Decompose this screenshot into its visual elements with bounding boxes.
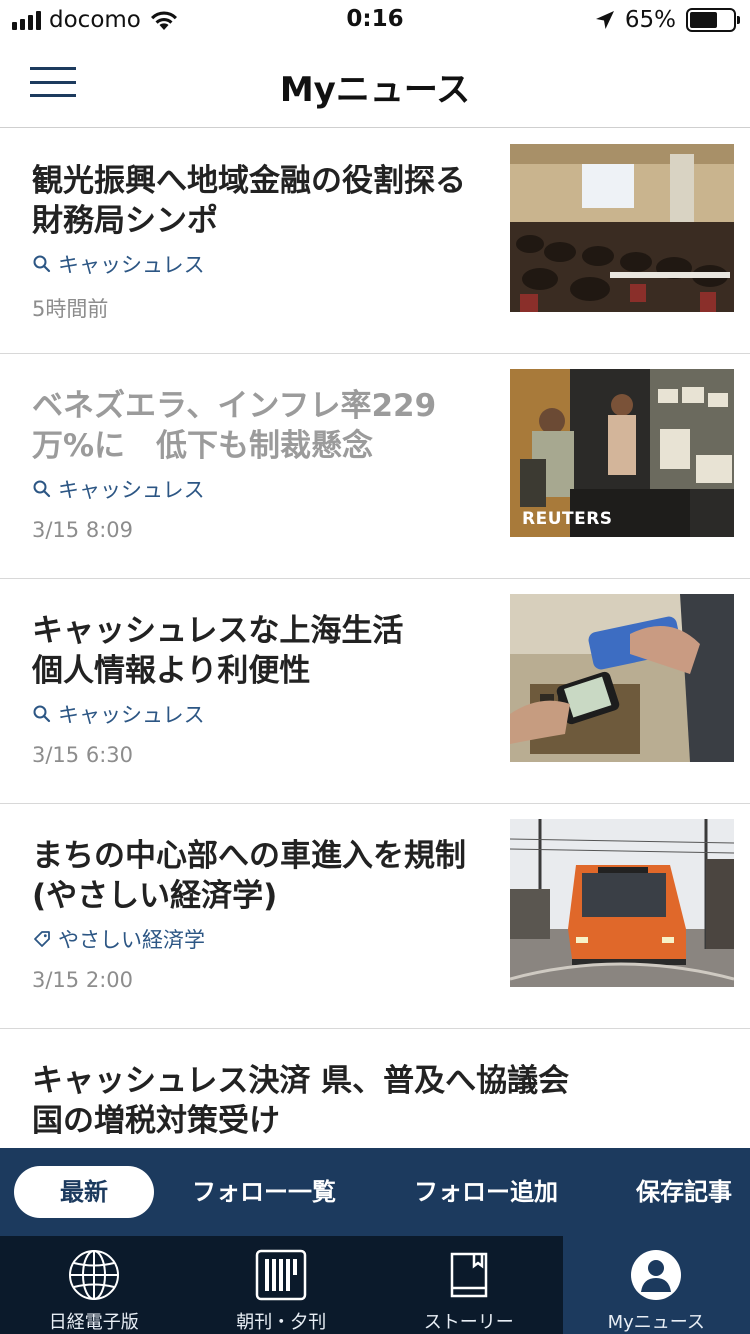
- article-tag[interactable]: キャッシュレス: [32, 474, 205, 504]
- user-avatar-icon: [631, 1250, 682, 1300]
- article-tag[interactable]: やさしい経済学: [32, 924, 205, 954]
- battery-level: [690, 12, 718, 28]
- book-icon: [450, 1252, 487, 1298]
- photo-credit: REUTERS: [522, 509, 613, 529]
- article-item[interactable]: キャッシュレス決済 県、普及へ協議会 国の増税対策受け: [0, 1029, 750, 1148]
- segment-tab-add-follow[interactable]: フォロー追加: [414, 1166, 558, 1218]
- article-time: 3/15 2:00: [32, 968, 133, 992]
- segment-tab-follow-list[interactable]: フォロー一覧: [192, 1166, 336, 1218]
- article-headline: キャッシュレスな上海生活 個人情報より利便性: [32, 613, 404, 689]
- article-item[interactable]: まちの中心部への車進入を規制 (やさしい経済学) やさしい経済学 3/15 2:…: [0, 804, 750, 1029]
- search-icon: [33, 255, 51, 273]
- article-item[interactable]: キャッシュレスな上海生活 個人情報より利便性 キャッシュレス 3/15 6:30: [0, 579, 750, 804]
- article-tag[interactable]: キャッシュレス: [32, 699, 205, 729]
- article-headline: まちの中心部への車進入を規制 (やさしい経済学): [32, 838, 466, 914]
- search-icon: [33, 480, 51, 498]
- article-thumbnail[interactable]: REUTERS: [510, 369, 734, 537]
- article-headline: 観光振興へ地域金融の役割探る 財務局シンポ: [32, 163, 466, 239]
- hamburger-menu-icon[interactable]: [30, 64, 76, 100]
- search-icon: [33, 705, 51, 723]
- article-tag-label: キャッシュレス: [58, 253, 205, 277]
- article-item[interactable]: 観光振興へ地域金融の役割探る 財務局シンポ キャッシュレス 5時間前: [0, 129, 750, 354]
- article-time: 5時間前: [32, 297, 109, 321]
- article-list[interactable]: 観光振興へ地域金融の役割探る 財務局シンポ キャッシュレス 5時間前 ベネズエラ…: [0, 129, 750, 1148]
- article-thumbnail[interactable]: [510, 594, 734, 762]
- article-tag-label: やさしい経済学: [58, 928, 205, 952]
- article-item[interactable]: ベネズエラ、インフレ率229 万%に 低下も制裁懸念 キャッシュレス 3/15 …: [0, 354, 750, 579]
- carrier-name: docomo: [49, 7, 141, 33]
- tab-nikkei-digital[interactable]: 日経電子版: [0, 1236, 188, 1334]
- article-headline: キャッシュレス決済 県、普及へ協議会 国の増税対策受け: [32, 1063, 570, 1139]
- status-bar: docomo 0:16 65%: [0, 0, 750, 40]
- article-headline: ベネズエラ、インフレ率229 万%に 低下も制裁懸念: [32, 388, 437, 464]
- tab-label: 日経電子版: [48, 1312, 139, 1333]
- tab-label: 朝刊・夕刊: [236, 1312, 327, 1333]
- article-time: 3/15 8:09: [32, 518, 133, 542]
- battery-icon: [686, 8, 740, 32]
- cellular-signal-icon: [12, 10, 41, 30]
- segment-tab-latest[interactable]: 最新: [14, 1166, 154, 1218]
- wifi-icon: [150, 11, 177, 30]
- article-thumbnail[interactable]: [510, 819, 734, 987]
- tab-my-news[interactable]: Myニュース: [562, 1236, 750, 1334]
- tab-label: Myニュース: [607, 1312, 705, 1333]
- page-title: Myニュース: [279, 70, 471, 110]
- newspaper-icon: [256, 1249, 307, 1301]
- conference-hall-photo: [510, 144, 734, 312]
- article-thumbnail[interactable]: [510, 144, 734, 312]
- article-time: 3/15 6:30: [32, 743, 133, 767]
- globe-icon: [68, 1250, 119, 1300]
- article-tag[interactable]: キャッシュレス: [32, 249, 205, 279]
- navigation-bar: Myニュース: [0, 40, 750, 128]
- tab-label: ストーリー: [423, 1312, 514, 1333]
- article-tag-label: キャッシュレス: [58, 703, 205, 727]
- streetcar-photo: [510, 819, 734, 987]
- status-bar-right: 65%: [595, 6, 740, 34]
- tab-morning-evening[interactable]: 朝刊・夕刊: [188, 1236, 376, 1334]
- location-arrow-icon: [595, 11, 614, 29]
- segment-tab-bar: 最新 フォロー一覧 フォロー追加 保存記事: [0, 1148, 750, 1236]
- article-tag-label: キャッシュレス: [58, 478, 205, 502]
- tab-story[interactable]: ストーリー: [375, 1236, 563, 1334]
- segment-tab-saved-articles[interactable]: 保存記事: [636, 1166, 732, 1218]
- battery-percent: 65%: [624, 7, 676, 33]
- tag-icon: [34, 931, 50, 947]
- bottom-tab-bar: 日経電子版 朝刊・夕刊 ストーリー Myニュース: [0, 1236, 750, 1334]
- mobile-payment-photo: [510, 594, 734, 762]
- status-bar-left: docomo: [12, 6, 179, 34]
